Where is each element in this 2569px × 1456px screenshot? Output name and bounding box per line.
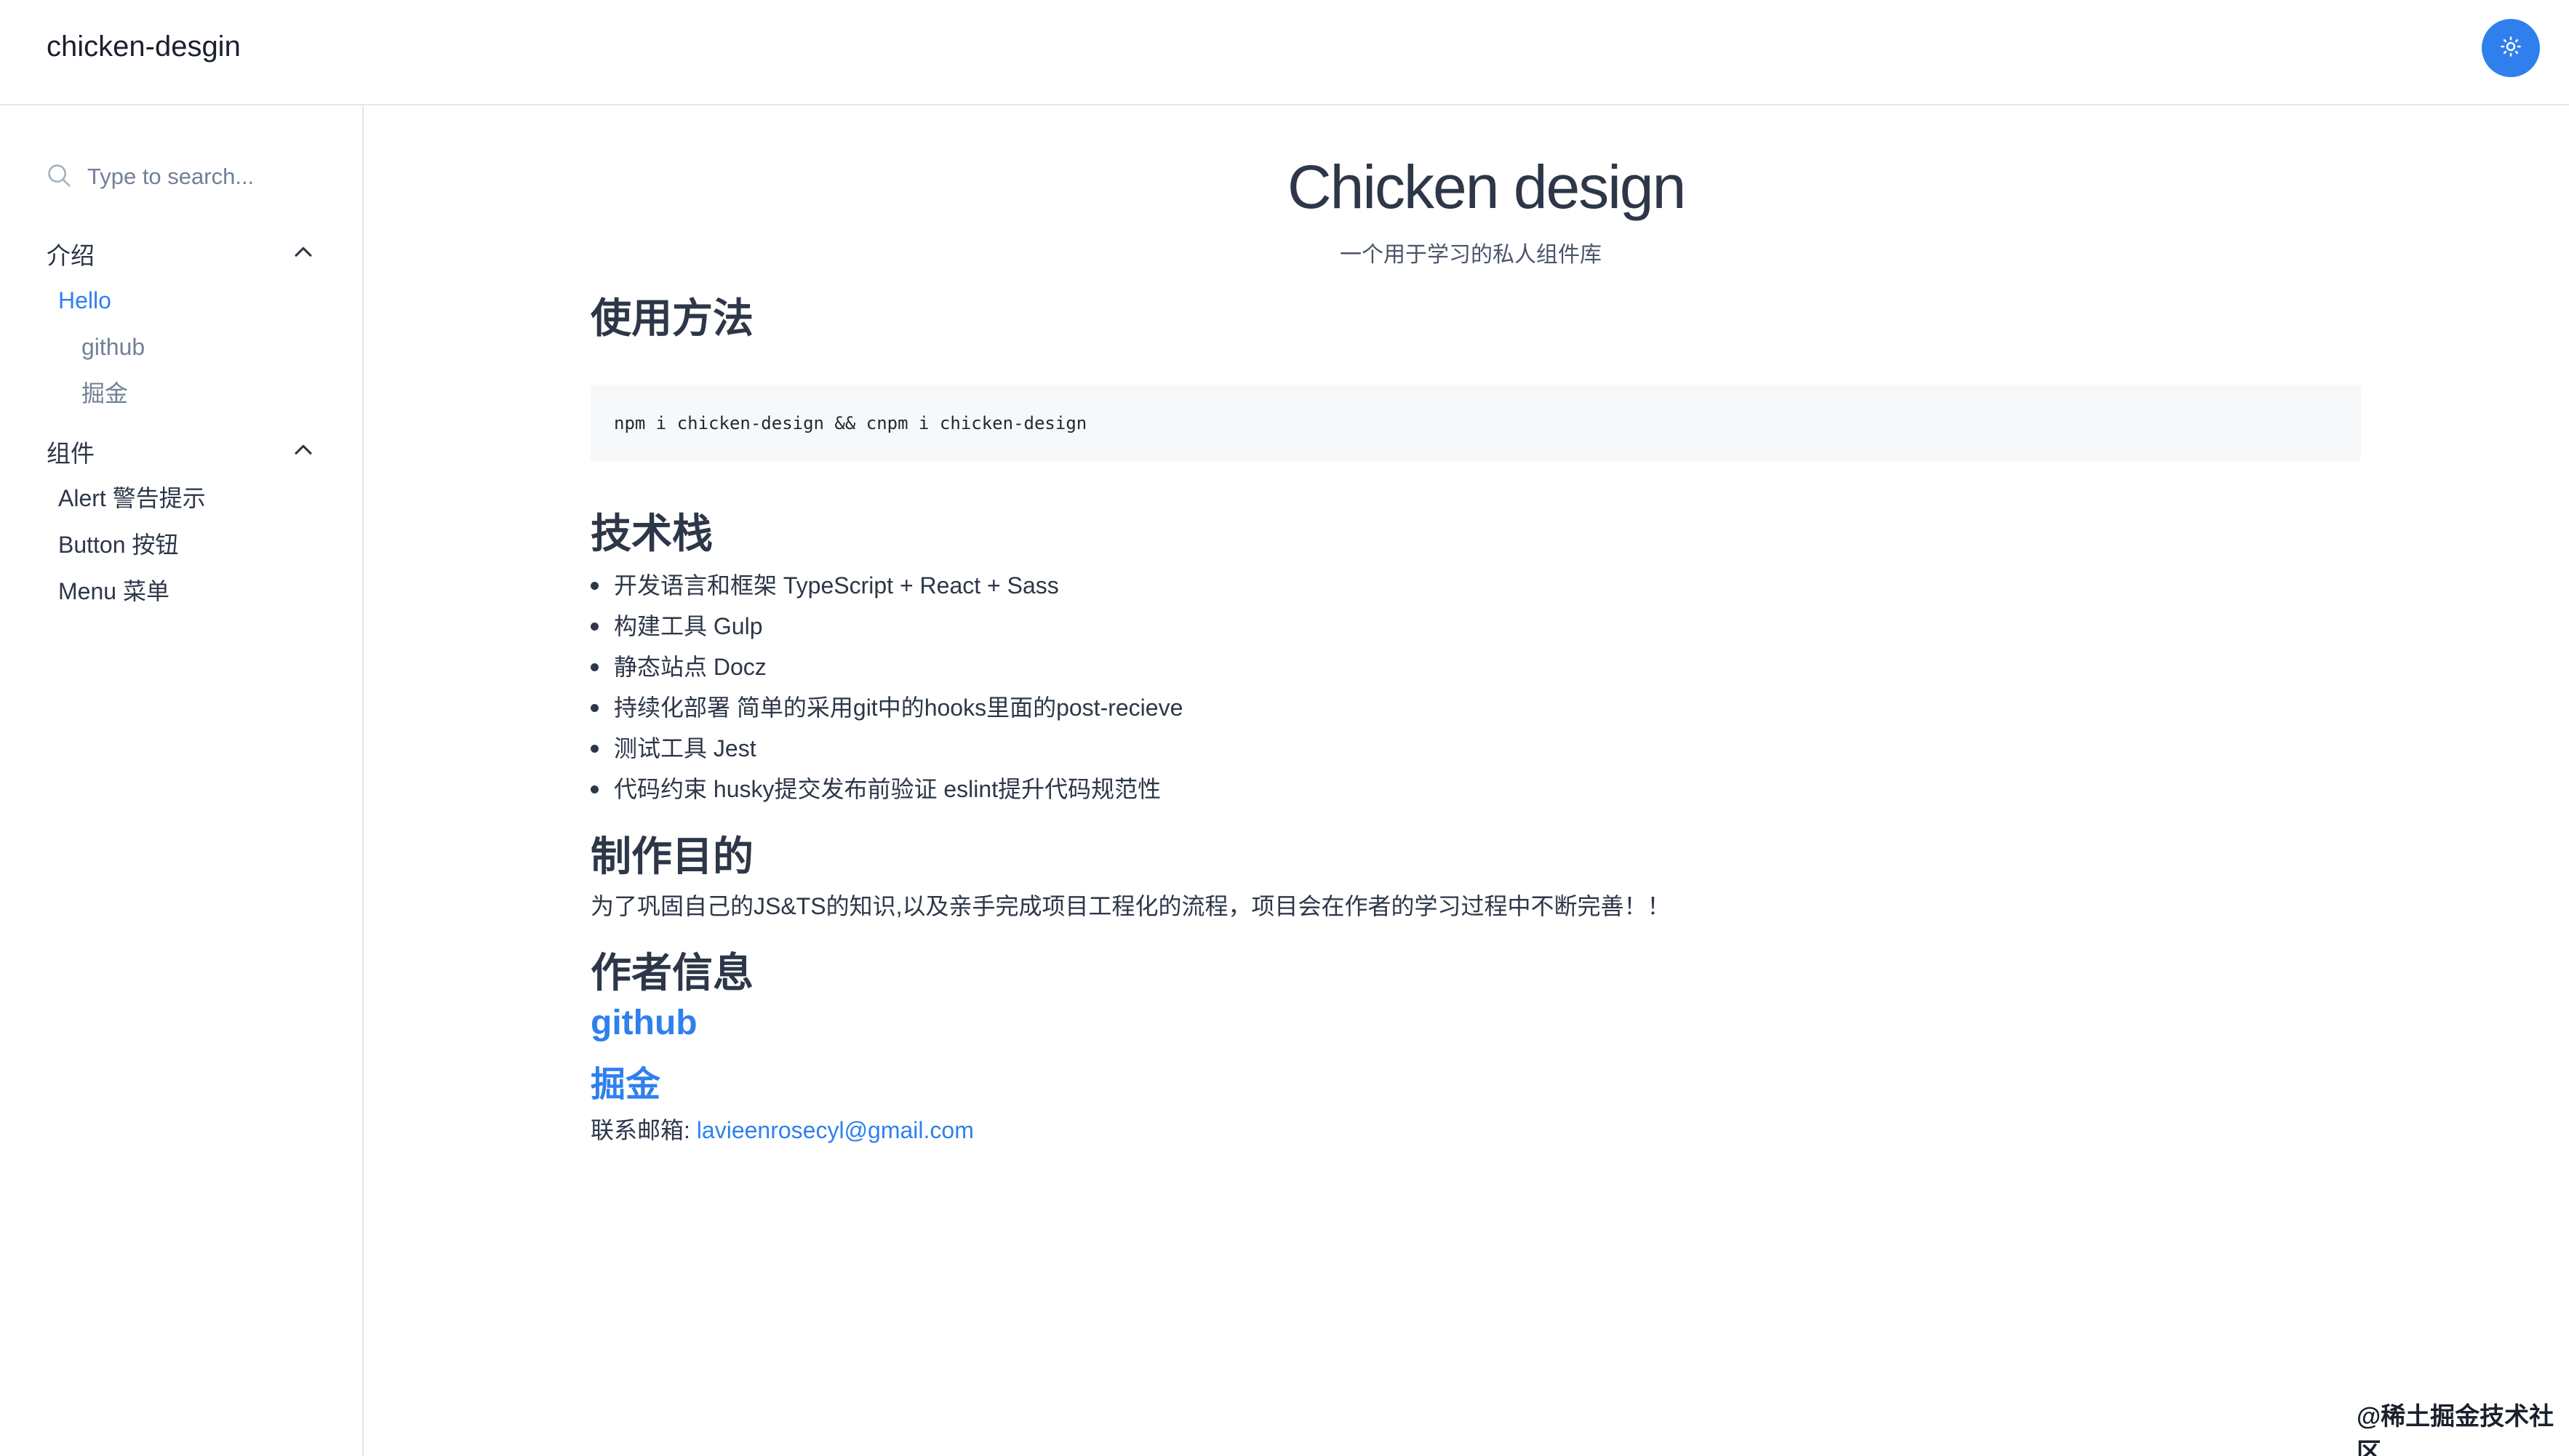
- tech-stack-list: 开发语言和框架 TypeScript + React + Sass 构建工具 G…: [591, 565, 1183, 809]
- site-logo[interactable]: chicken-desgin: [47, 28, 241, 65]
- sun-icon: [2500, 36, 2522, 61]
- sidebar-item-button[interactable]: Button 按钮: [58, 529, 178, 561]
- nav-group-title: 介绍: [47, 242, 95, 269]
- nav-group-title: 组件: [47, 440, 95, 467]
- list-item: 开发语言和框架 TypeScript + React + Sass: [591, 565, 1183, 606]
- sidebar-item-hello[interactable]: Hello: [58, 284, 111, 316]
- watermark: @稀土掘金技术社区: [2357, 1403, 2554, 1456]
- chevron-up-icon: [291, 240, 316, 268]
- heading-author: 作者信息: [591, 950, 754, 996]
- email-label: 联系邮箱:: [591, 1117, 697, 1143]
- code-block: npm i chicken-design && cnpm i chicken-d…: [591, 385, 2361, 462]
- page-subtitle: 一个用于学习的私人组件库: [1340, 243, 1602, 267]
- contact-email-line: 联系邮箱: lavieenrosecyl@gmail.com: [591, 1112, 974, 1145]
- heading-usage: 使用方法: [591, 295, 754, 341]
- list-item: 代码约束 husky提交发布前验证 eslint提升代码规范性: [591, 769, 1183, 809]
- author-github-link[interactable]: github: [591, 1003, 698, 1043]
- author-juejin-link[interactable]: 掘金: [591, 1055, 660, 1106]
- heading-purpose: 制作目的: [591, 833, 754, 879]
- nav-group-intro[interactable]: 介绍: [47, 236, 316, 271]
- chevron-up-icon: [291, 438, 316, 466]
- list-item: 持续化部署 简单的采用git中的hooks里面的post-recieve: [591, 687, 1183, 728]
- sidebar-item-juejin[interactable]: 掘金: [81, 377, 128, 409]
- search-input[interactable]: [87, 164, 320, 190]
- page-title: Chicken design: [1287, 153, 1686, 221]
- purpose-text: 为了巩固自己的JS&TS的知识,以及亲手完成项目工程化的流程，项目会在作者的学习…: [591, 893, 1671, 919]
- search-box[interactable]: [45, 156, 321, 197]
- theme-toggle-button[interactable]: [2482, 19, 2540, 77]
- list-item: 测试工具 Jest: [591, 728, 1183, 769]
- search-icon: [45, 161, 73, 193]
- list-item: 构建工具 Gulp: [591, 606, 1183, 647]
- heading-tech-stack: 技术栈: [591, 511, 713, 556]
- sidebar-item-menu[interactable]: Menu 菜单: [58, 575, 169, 607]
- nav-group-components[interactable]: 组件: [47, 434, 316, 469]
- top-header: chicken-desgin: [0, 0, 2569, 105]
- main-content: Chicken design 一个用于学习的私人组件库 使用方法 npm i c…: [365, 105, 2569, 1456]
- sidebar-item-alert[interactable]: Alert 警告提示: [58, 482, 206, 514]
- email-link[interactable]: lavieenrosecyl@gmail.com: [697, 1117, 974, 1143]
- code-text: npm i chicken-design && cnpm i chicken-d…: [614, 413, 1087, 433]
- sidebar: 介绍 Hello github 掘金 组件 Alert 警告提示 Button …: [0, 105, 364, 1456]
- sidebar-item-github[interactable]: github: [81, 331, 145, 363]
- list-item: 静态站点 Docz: [591, 647, 1183, 687]
